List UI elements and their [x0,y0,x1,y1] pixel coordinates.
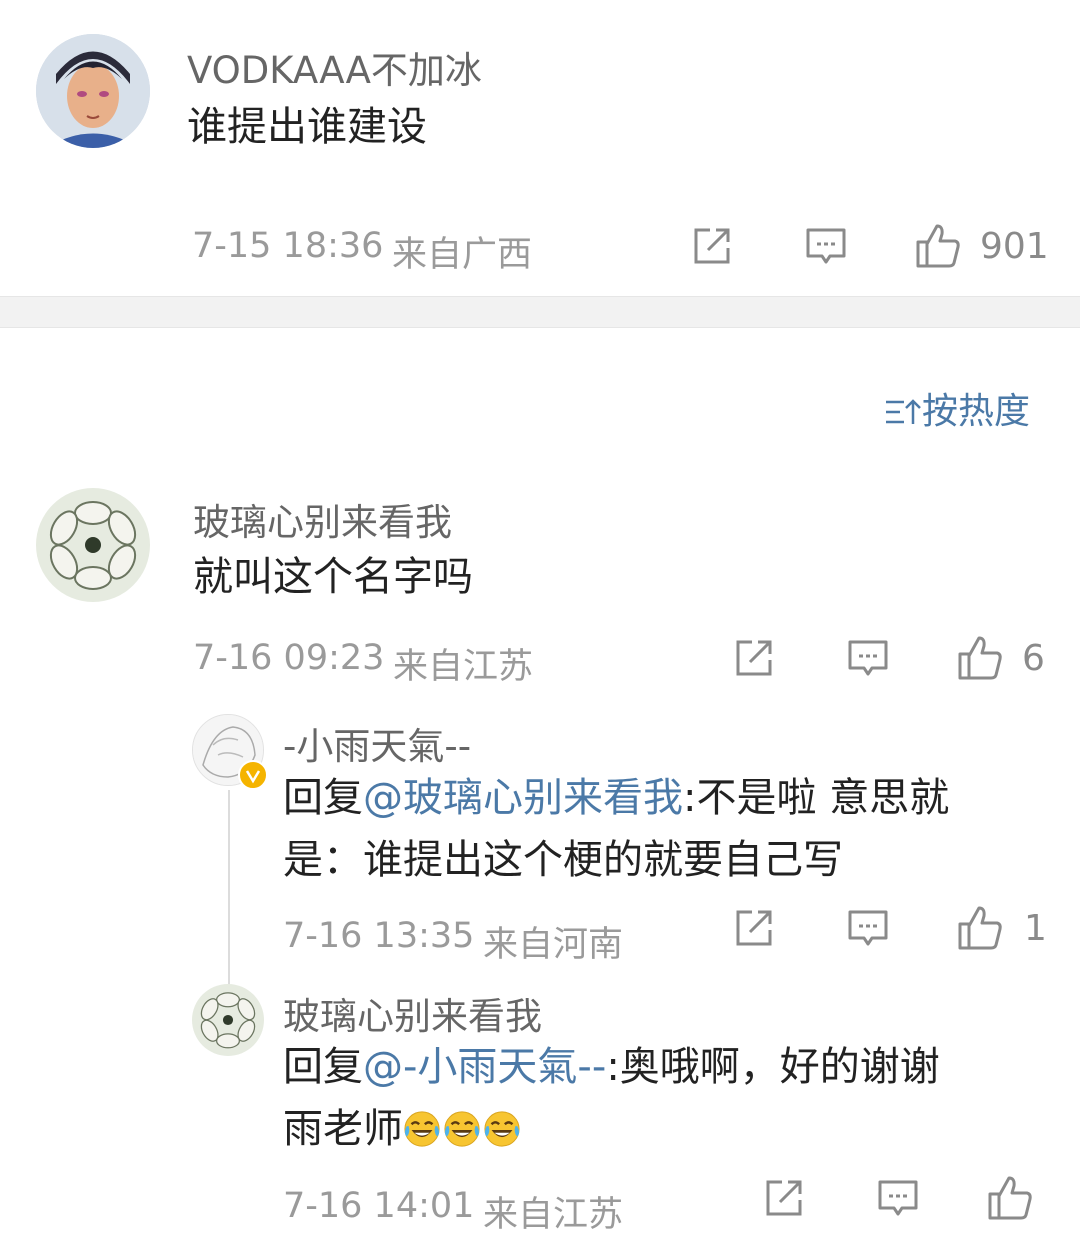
comment-date: 7-15 18:36 [192,226,384,266]
share-icon[interactable] [732,906,776,954]
like-count: 901 [980,226,1049,267]
reply-prefix: 回复 [283,1044,363,1090]
username[interactable]: VODKAAA不加冰 [187,40,482,94]
laughing-crying-emoji [484,1111,520,1147]
like-icon[interactable] [914,222,962,274]
mention-link[interactable]: @-小雨天氣-- [363,1044,606,1090]
comment-icon[interactable] [876,1176,920,1224]
like-icon[interactable] [956,634,1004,686]
like-icon[interactable] [986,1174,1034,1226]
avatar[interactable] [192,984,264,1056]
username[interactable]: 玻璃心别来看我 [193,492,452,546]
comment-icon[interactable] [804,224,848,272]
reply-text-line2: 是：谁提出这个梗的就要自己写 [283,837,843,883]
comment-date: 7-16 14:01 [283,1186,475,1226]
avatar[interactable] [36,34,150,148]
reply-text: 回复@玻璃心别来看我:不是啦 意思就 是：谁提出这个梗的就要自己写 [283,767,1043,891]
share-icon[interactable] [690,224,734,272]
comment-icon[interactable] [846,906,890,954]
reply-text-line1: :奥哦啊，好的谢谢 [606,1044,940,1090]
section-divider [0,296,1080,328]
laughing-crying-emoji [404,1111,440,1147]
avatar[interactable] [36,488,150,602]
like-count: 6 [1022,638,1045,679]
reply-text-line1: :不是啦 意思就 [683,775,950,821]
reply-text-line2: 雨老师 [283,1106,403,1152]
mention-link[interactable]: @玻璃心别来看我 [363,775,683,821]
share-icon[interactable] [762,1176,806,1224]
username[interactable]: 玻璃心别来看我 [283,986,542,1040]
username[interactable]: -小雨天氣-- [283,716,471,770]
comment-location: 来自河南 [483,925,624,965]
comment-location: 来自广西 [392,235,533,275]
comment-icon[interactable] [846,636,890,684]
reply-prefix: 回复 [283,775,363,821]
comment-location: 来自江苏 [393,647,534,687]
emoji-row [403,1106,523,1152]
share-icon[interactable] [732,636,776,684]
comment-location: 来自江苏 [483,1195,624,1235]
dumpling-avatar-icon [192,984,264,1056]
thread-line [228,790,230,985]
sort-icon [886,399,921,424]
comment-date: 7-16 09:23 [193,638,385,678]
comment-text: 就叫这个名字吗 [193,554,473,600]
anime-avatar-icon [36,34,150,148]
verified-badge-icon [238,760,268,790]
sort-toggle[interactable]: 按热度 [884,382,1030,434]
dumpling-avatar-icon [36,488,150,602]
laughing-crying-emoji [444,1111,480,1147]
comment-text: 谁提出谁建设 [187,104,427,150]
like-count: 1 [1024,908,1047,949]
sort-label: 按热度 [922,391,1031,432]
comment-date: 7-16 13:35 [283,916,475,956]
reply-text: 回复@-小雨天氣--:奥哦啊，好的谢谢 雨老师 [283,1036,1043,1160]
like-icon[interactable] [956,904,1004,956]
